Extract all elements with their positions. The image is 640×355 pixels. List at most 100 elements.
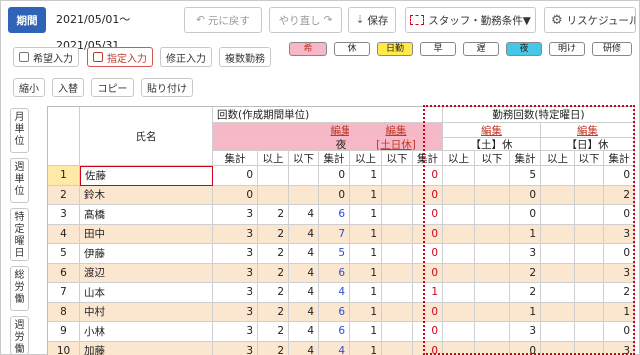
count-cell[interactable]: 2: [510, 263, 541, 283]
count-cell[interactable]: [382, 224, 413, 244]
weekend-label[interactable]: [土日休]: [350, 138, 443, 151]
count-cell[interactable]: [541, 341, 575, 355]
count-cell[interactable]: 1: [510, 302, 541, 322]
count-cell[interactable]: [443, 302, 475, 322]
count-cell[interactable]: 2: [258, 263, 289, 283]
count-cell[interactable]: 7: [319, 224, 350, 244]
count-cell[interactable]: [475, 283, 510, 303]
count-cell[interactable]: 3: [510, 244, 541, 264]
count-cell[interactable]: 0: [510, 185, 541, 205]
staff-conditions-button[interactable]: スタッフ・勤務条件▼: [405, 7, 536, 33]
edit-weekend-link[interactable]: 編集: [350, 123, 443, 138]
count-cell[interactable]: 2: [258, 283, 289, 303]
count-cell[interactable]: [382, 205, 413, 225]
tab-total-labor[interactable]: 総労働: [10, 266, 29, 311]
count-cell[interactable]: [575, 302, 604, 322]
count-cell[interactable]: 0: [413, 302, 443, 322]
count-cell[interactable]: [475, 244, 510, 264]
count-cell[interactable]: 1: [350, 166, 382, 186]
count-cell[interactable]: 0: [413, 185, 443, 205]
count-cell[interactable]: [575, 341, 604, 355]
copy-button[interactable]: コピー: [91, 78, 134, 97]
tab-monthly[interactable]: 月単位: [10, 108, 29, 153]
count-cell[interactable]: 3: [213, 263, 258, 283]
shrink-button[interactable]: 縮小: [13, 78, 45, 97]
count-cell[interactable]: 1: [413, 283, 443, 303]
period-button[interactable]: 期間: [8, 7, 46, 33]
date-range[interactable]: 2021/05/01～2021/05/31: [56, 7, 186, 52]
legend-chip[interactable]: 明け: [549, 42, 585, 56]
count-cell[interactable]: [475, 224, 510, 244]
count-cell[interactable]: 1: [350, 185, 382, 205]
count-cell[interactable]: 3: [213, 322, 258, 342]
staff-name[interactable]: 中村: [80, 302, 213, 322]
count-cell[interactable]: 0: [604, 322, 635, 342]
count-cell[interactable]: 0: [413, 205, 443, 225]
count-cell[interactable]: 3: [213, 244, 258, 264]
count-cell[interactable]: 1: [350, 263, 382, 283]
count-cell[interactable]: 5: [319, 244, 350, 264]
staff-name[interactable]: 佐藤: [80, 166, 213, 186]
count-cell[interactable]: [382, 322, 413, 342]
tab-weekly[interactable]: 週単位: [10, 158, 29, 203]
count-cell[interactable]: 2: [604, 283, 635, 303]
count-cell[interactable]: [289, 166, 319, 186]
count-cell[interactable]: [475, 263, 510, 283]
staff-name[interactable]: 田中: [80, 224, 213, 244]
count-cell[interactable]: 2: [510, 283, 541, 303]
count-cell[interactable]: 3: [604, 224, 635, 244]
count-cell[interactable]: 3: [604, 263, 635, 283]
count-cell[interactable]: 6: [319, 302, 350, 322]
count-cell[interactable]: 3: [213, 224, 258, 244]
count-cell[interactable]: 0: [413, 263, 443, 283]
count-cell[interactable]: [541, 263, 575, 283]
count-cell[interactable]: 0: [213, 185, 258, 205]
count-cell[interactable]: 0: [510, 341, 541, 355]
count-cell[interactable]: [575, 205, 604, 225]
count-cell[interactable]: 2: [604, 185, 635, 205]
count-cell[interactable]: 1: [350, 224, 382, 244]
count-cell[interactable]: 0: [604, 244, 635, 264]
count-cell[interactable]: 0: [413, 166, 443, 186]
count-cell[interactable]: [575, 185, 604, 205]
count-cell[interactable]: [475, 341, 510, 355]
count-cell[interactable]: [443, 263, 475, 283]
count-cell[interactable]: [443, 283, 475, 303]
count-cell[interactable]: 1: [350, 341, 382, 355]
count-cell[interactable]: 0: [413, 244, 443, 264]
legend-chip[interactable]: 夜: [506, 42, 542, 56]
count-cell[interactable]: [575, 224, 604, 244]
count-cell[interactable]: 0: [604, 205, 635, 225]
count-cell[interactable]: 4: [289, 205, 319, 225]
count-cell[interactable]: 1: [350, 283, 382, 303]
staff-name[interactable]: 山本: [80, 283, 213, 303]
staff-name[interactable]: 伊藤: [80, 244, 213, 264]
count-cell[interactable]: 2: [258, 205, 289, 225]
save-button[interactable]: ⇣ 保存: [348, 7, 396, 33]
redo-button[interactable]: やり直し ↷: [269, 7, 342, 33]
count-cell[interactable]: [541, 302, 575, 322]
count-cell[interactable]: [443, 224, 475, 244]
tab-weekly-labor[interactable]: 週労働: [10, 316, 29, 355]
count-cell[interactable]: [475, 166, 510, 186]
edit-night-link[interactable]: 編集: [213, 123, 350, 138]
count-cell[interactable]: [443, 341, 475, 355]
count-cell[interactable]: 3: [213, 341, 258, 355]
legend-chip[interactable]: 希: [289, 42, 327, 56]
count-cell[interactable]: [443, 205, 475, 225]
designated-input-toggle[interactable]: 指定入力: [87, 47, 153, 67]
count-cell[interactable]: [443, 322, 475, 342]
count-cell[interactable]: 2: [258, 341, 289, 355]
count-cell[interactable]: 6: [319, 205, 350, 225]
count-cell[interactable]: 4: [289, 341, 319, 355]
wish-input-toggle[interactable]: 希望入力: [13, 47, 79, 67]
count-cell[interactable]: [382, 185, 413, 205]
count-cell[interactable]: 0: [319, 166, 350, 186]
staff-name[interactable]: 加藤: [80, 341, 213, 355]
count-cell[interactable]: 4: [289, 302, 319, 322]
legend-chip[interactable]: 早: [420, 42, 456, 56]
count-cell[interactable]: 4: [289, 322, 319, 342]
legend-chip[interactable]: 日勤: [377, 42, 413, 56]
count-cell[interactable]: [475, 205, 510, 225]
reschedule-button[interactable]: ⚙ リスケジュール: [544, 7, 636, 33]
